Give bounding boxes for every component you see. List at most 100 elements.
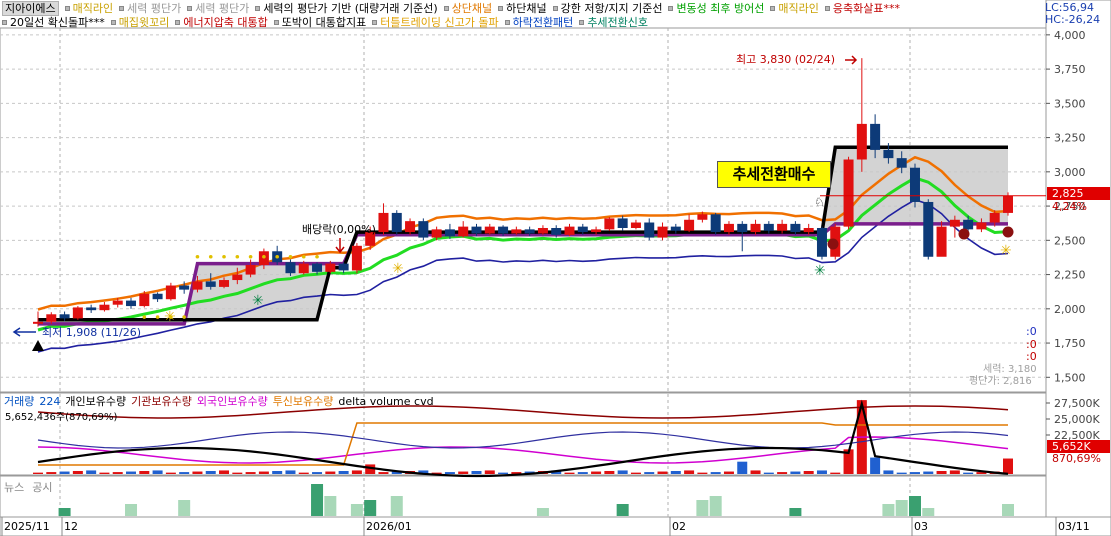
volume-pct-label: 870,69% <box>1052 452 1101 465</box>
volume-legend: 거래량 224 개인보유수량 기관보유수량 외국인보유수량 투신보유수량 delta vol… <box>4 395 439 408</box>
candle-body <box>710 214 721 233</box>
indicator-legend-item[interactable]: 변동성 최후 방어선 <box>668 2 764 15</box>
legend-swatch <box>552 6 558 11</box>
legend-label: 추세전환신호 <box>587 16 649 29</box>
indicator-legend-item[interactable]: 하락전환패턴 <box>504 16 574 29</box>
legend-label: 또박이 대통합지표 <box>281 16 367 29</box>
price-tick-label: 2,000 <box>1054 303 1086 316</box>
legend-label: 매직라인 <box>72 2 114 15</box>
volume-bar <box>338 470 349 474</box>
indicator-legend-item[interactable]: 강한 저항/지지 기준선 <box>552 2 662 15</box>
signal-star-icon: ✳ <box>814 263 826 279</box>
volume-legend-item[interactable]: 거래량 <box>4 395 34 408</box>
legend-label: 세력 평단가 <box>127 2 182 15</box>
volume-bar <box>192 471 203 474</box>
candle-body <box>458 226 469 237</box>
news-bar <box>696 500 709 516</box>
indicator-legend-item[interactable]: 또박이 대통합지표 <box>273 16 367 29</box>
volume-bar <box>697 472 708 474</box>
date-tick-label: 12 <box>64 520 78 533</box>
candle-body <box>484 226 495 234</box>
signal-dot-small <box>155 315 160 319</box>
news-bar <box>311 484 324 516</box>
current-price-value: 2,825 <box>1052 187 1084 200</box>
volume-bar <box>232 472 243 474</box>
price-tick-label: 3,750 <box>1054 63 1086 76</box>
indicator-legend-item[interactable]: 세력 평단가 <box>187 2 249 15</box>
legend-label: 상단채널 <box>451 2 493 15</box>
news-bar <box>789 508 802 516</box>
volume-legend-item[interactable]: 투신보유수량 <box>273 395 334 408</box>
signal-dot-small <box>262 254 266 259</box>
candle-body <box>976 222 987 230</box>
indicator-legend-item[interactable]: 지아이에스 <box>2 1 59 16</box>
candle-body <box>750 223 761 233</box>
dividend-annotation: 배당락(0,00%) <box>302 223 376 236</box>
indicator-legend-item[interactable]: 20일선 확신돌파*** <box>2 16 105 29</box>
candle-body <box>165 285 176 300</box>
date-tick-label: 03 <box>914 520 928 533</box>
news-legend: 뉴스 공시 <box>4 479 61 495</box>
legend-swatch <box>255 6 261 11</box>
volume-legend-item[interactable]: 224 <box>39 395 60 408</box>
volume-legend-item[interactable]: 기관보유수량 <box>131 395 192 408</box>
volume-bar <box>644 472 655 474</box>
news-bar <box>616 504 629 516</box>
candle-body <box>989 212 1000 223</box>
indicator-legend-item[interactable]: 추세전환신호 <box>579 16 648 29</box>
indicator-legend-item[interactable]: 하단채널 <box>498 2 547 15</box>
indicator-legend-item[interactable]: 에너지압축 대통합 <box>175 16 268 29</box>
volume-tick-label: 25,000K <box>1054 413 1100 426</box>
candle-body <box>378 212 389 233</box>
news-bar <box>58 508 71 516</box>
legend-label: 세력 평단가 <box>195 2 250 15</box>
candle-body <box>431 229 442 238</box>
legend-swatch <box>668 6 674 11</box>
candle-body <box>604 218 615 230</box>
volume-bar <box>498 472 509 474</box>
indicator-legend-item[interactable]: 매집윗꼬리 <box>110 16 169 29</box>
legend-label: 터틀트레이딩 신고가 돌파 <box>380 16 499 29</box>
candle-body <box>126 300 137 307</box>
indicator-legend-item[interactable]: 매직라인 <box>770 2 819 15</box>
low-annotation: 최저 1,908 (11/26) <box>42 326 141 339</box>
candle-body <box>205 281 216 287</box>
stock-chart[interactable]: 4,000 3,750 3,500 3,250 3,000 2,750 2,500 2,250… <box>0 0 1111 536</box>
signal-dot-icon <box>827 238 839 250</box>
indicator-legend-item[interactable]: 터틀트레이딩 신고가 돌파 <box>372 16 499 29</box>
date-tick-label: 03/11 <box>1058 520 1090 533</box>
candle-body <box>179 285 190 290</box>
legend-label: 공시 <box>32 481 53 494</box>
legend-label: delta volume cvd <box>338 395 434 408</box>
volume-legend-item[interactable]: 외국인보유수량 <box>197 395 268 408</box>
indicator-legend-item[interactable]: 상단채널 <box>443 2 493 15</box>
news-bar <box>895 500 908 516</box>
legend-label: 개인보유수량 <box>65 395 127 408</box>
news-legend-item[interactable]: 공시 <box>32 481 52 494</box>
candle-body <box>657 226 668 238</box>
candle-body <box>963 219 974 230</box>
legend-label: 하락전환패턴 <box>512 16 574 29</box>
price-tick-label: 4,000 <box>1054 29 1086 42</box>
volume-bar <box>684 470 695 474</box>
price-tick-label: 2,500 <box>1054 234 1086 247</box>
volume-bar <box>870 457 881 474</box>
candle-body <box>870 123 881 150</box>
indicator-legend-item[interactable]: 세력 평단가 <box>119 2 181 15</box>
volume-legend-item[interactable]: 개인보유수량 <box>65 395 126 408</box>
signal-dot-small <box>235 254 240 259</box>
news-legend-item[interactable]: 뉴스 <box>4 481 24 494</box>
volume-legend-item[interactable]: delta volume cvd <box>338 395 433 408</box>
volume-bar <box>936 470 947 474</box>
legend-label: 매직라인 <box>778 2 819 15</box>
candle-body <box>644 222 655 238</box>
indicator-legend-item[interactable]: 매직라인 <box>64 2 114 15</box>
candle-body <box>471 226 482 234</box>
volume-bar <box>312 472 323 474</box>
volume-bar <box>152 470 163 474</box>
indicator-legend-item[interactable]: 세력의 평단가 기반 (대량거래 기준선) <box>255 2 438 15</box>
chart-canvas[interactable]: 4,0003,7503,5003,2503,0002,7502,5002,250… <box>0 0 1111 536</box>
indicator-legend-item[interactable]: 응축화살표*** <box>824 2 900 15</box>
price-tick-label: 3,500 <box>1054 97 1086 110</box>
volume-bar <box>591 471 602 474</box>
